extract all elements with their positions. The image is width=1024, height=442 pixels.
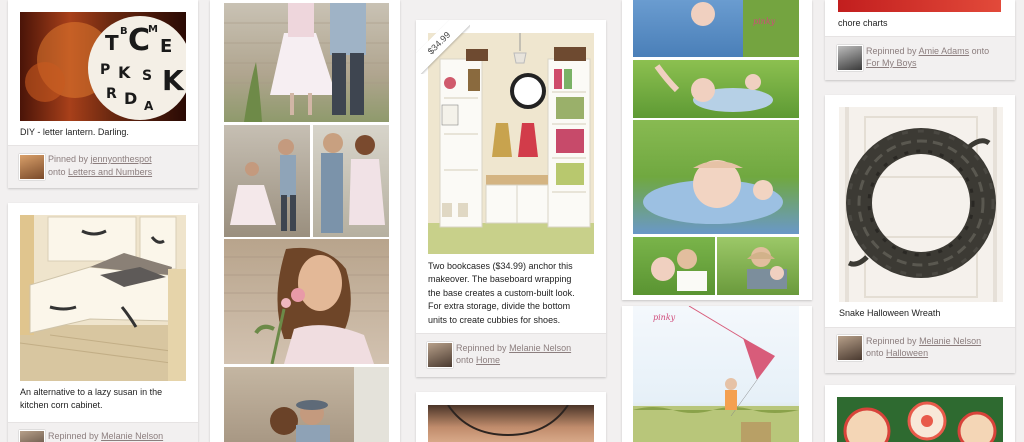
pin-description: An alternative to a lazy susan in the ki… [20,386,190,413]
attribution-line-2: onto Letters and Numbers [48,166,152,178]
avatar[interactable] [837,335,863,361]
pin-description: Two bookcases ($34.99) anchor this makeo… [428,260,598,327]
pin-image-baby-grass[interactable] [633,60,799,118]
svg-text:D: D [124,89,137,108]
description-line: An alternative to a lazy susan in the [20,387,163,397]
onto-label: onto [866,348,884,358]
pin-attribution: Pinned by jennyonthespot onto Letters an… [8,145,198,188]
pin-image-baby-sleeping[interactable] [633,120,799,234]
avatar[interactable] [19,430,45,442]
avatar[interactable] [19,154,45,180]
pin-card-kite[interactable]: pinky [622,306,812,442]
attribution-line-1: Repinned by Melanie Nelson [866,335,981,347]
board-link[interactable]: Home [476,355,500,365]
pin-card-necklace[interactable] [416,392,606,442]
pin-image-snake-wreath[interactable] [839,107,1003,302]
pin-card-baby-collage[interactable]: pinky [622,0,812,300]
pin-description: chore charts [838,18,888,28]
pin-image-couple-hands[interactable] [224,125,310,237]
svg-text:K: K [118,63,131,82]
pin-action: Repinned by [866,336,917,346]
pin-image-mother-baby[interactable] [633,237,715,295]
pin-image-woman-flower[interactable] [224,239,389,364]
pin-action: Pinned by [48,154,89,164]
description-line: the base creates a custom-built look. [428,287,575,298]
svg-text:M: M [148,24,158,35]
pinner-link[interactable]: Melanie Nelson [919,336,981,346]
pin-action: Repinned by [866,46,917,56]
description-line: makeover. The baseboard wrapping [428,274,572,285]
attribution-line-2: onto Home [456,354,500,366]
pin-image-necklace[interactable] [428,405,594,442]
pin-action: Repinned by [456,343,507,353]
onto-label: onto [971,46,990,56]
pin-card-cookies[interactable] [825,385,1015,442]
pin-image-corner-cabinet[interactable] [20,215,186,381]
pin-image-chore-charts[interactable] [838,0,1001,12]
board-link[interactable]: For My Boys [866,58,917,68]
onto-label: onto [456,355,474,365]
svg-text:R: R [106,86,117,102]
svg-text:E: E [160,36,172,57]
price-label: $34.99 [416,20,470,74]
pin-card-lantern[interactable]: T C E P K S K R D A B M DIY - letter lan… [8,0,198,188]
price-tag: $34.99 [416,20,470,74]
pin-image-mother-baby-2[interactable] [717,237,799,295]
pin-description: Snake Halloween Wreath [839,308,941,318]
pin-card-snake-wreath[interactable]: Snake Halloween Wreath Repinned by Melan… [825,95,1015,373]
svg-text:K: K [162,64,185,97]
pin-attribution: Repinned by Melanie Nelson onto Home [416,333,606,377]
pin-image-baby-blanket[interactable]: pinky [633,0,799,57]
description-line: Two bookcases ($34.99) anchor this [428,261,573,271]
avatar[interactable] [837,45,863,71]
pinner-link[interactable]: Melanie Nelson [101,431,163,441]
pin-card-mudroom-bookcase[interactable]: $34.99 Two bookcases ($34.99) anchor thi… [416,20,606,377]
svg-text:P: P [100,62,110,78]
attribution-line-1: Repinned by Melanie Nelson [48,430,163,442]
attribution-line-2: For My Boys [866,57,917,69]
attribution-line-1: Repinned by Melanie Nelson [456,342,571,354]
pin-action: Repinned by [48,431,99,441]
pin-attribution: Repinned by Melanie Nelson onto Hallowee… [825,327,1015,373]
svg-text:A: A [144,99,154,113]
svg-text:S: S [142,68,152,84]
avatar[interactable] [427,342,453,368]
description-line: For extra storage, divide the bottom [428,301,571,312]
pin-attribution: Repinned by Amie Adams onto For My Boys [825,36,1015,80]
pin-image-couple-face[interactable] [313,125,389,237]
pin-attribution: Repinned by Melanie Nelson [8,422,198,442]
board-link[interactable]: Letters and Numbers [68,167,152,177]
svg-text:pinky: pinky [653,313,676,322]
svg-text:T: T [105,31,119,55]
pin-description: DIY - letter lantern. Darling. [20,127,129,137]
pin-image-couple-wall[interactable] [224,3,389,122]
pinner-link[interactable]: Melanie Nelson [509,343,571,353]
onto-label: onto [48,167,66,177]
pin-image-couple-kiss[interactable] [224,367,389,442]
svg-text:C: C [128,23,150,58]
pinner-link[interactable]: Amie Adams [919,46,970,56]
description-line: kitchen corn cabinet. [20,400,103,411]
pin-card-couple-collage[interactable] [210,0,400,442]
attribution-line-1: Pinned by jennyonthespot [48,153,152,165]
attribution-line-1: Repinned by Amie Adams onto [866,45,989,57]
attribution-line-2: onto Halloween [866,347,928,359]
pin-image-cookies[interactable] [837,397,1003,442]
svg-text:B: B [120,26,128,37]
pin-image-girl-kite[interactable]: pinky [633,306,799,442]
svg-text:pinky: pinky [753,17,776,26]
pin-image-letter-lantern[interactable]: T C E P K S K R D A B M [20,12,186,121]
pin-card-corner-cabinet[interactable]: An alternative to a lazy susan in the ki… [8,203,198,442]
pin-card-chore-charts[interactable]: chore charts Repinned by Amie Adams onto… [825,0,1015,80]
board-link[interactable]: Halloween [886,348,928,358]
description-line: units to create cubbies for shoes. [428,314,561,325]
pinner-link[interactable]: jennyonthespot [91,154,152,164]
